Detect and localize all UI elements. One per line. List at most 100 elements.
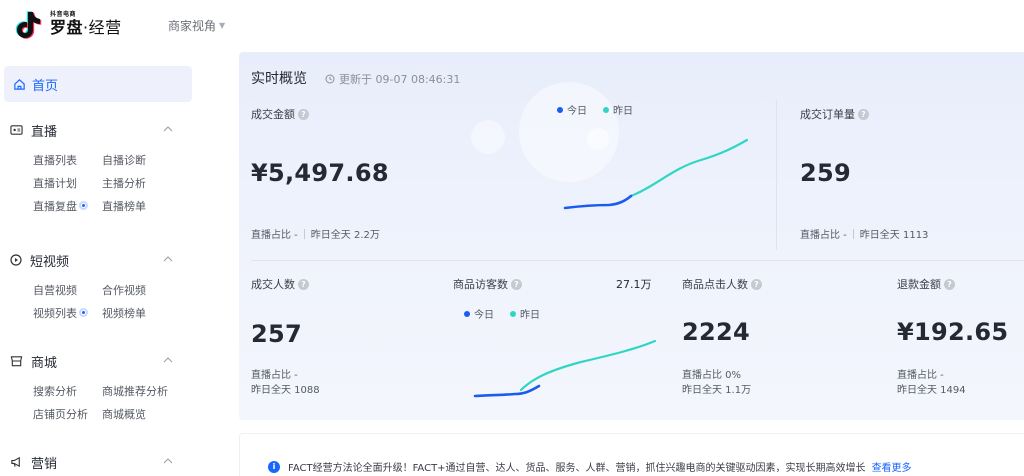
- video-play-icon: [10, 254, 22, 266]
- sidebar-group-title: 短视频: [30, 254, 70, 270]
- sidebar-group-title: 营销: [31, 456, 58, 472]
- chevron-up-icon[interactable]: [163, 356, 173, 364]
- buyers-label: 成交人数?: [251, 276, 309, 292]
- legend-dot: [603, 106, 609, 113]
- clicks-sub: 直播占比 0% 昨日全天 1.1万: [682, 370, 752, 396]
- legend-item-today[interactable]: 今日: [557, 102, 587, 117]
- visitors-trend-yesterday-line: [519, 339, 657, 392]
- help-icon[interactable]: ?: [858, 108, 869, 120]
- sidebar-subitem[interactable]: 合作视频: [102, 282, 146, 298]
- sidebar-subitem[interactable]: 自营视频: [33, 282, 102, 298]
- sidebar-subitem-with-badge[interactable]: 视频列表: [33, 305, 102, 321]
- announcement-bar: i FACT经营方法论全面升级！FACT+通过自营、达人、货品、服务、人群、营销…: [239, 433, 1024, 476]
- sidebar-subitem[interactable]: 直播列表: [33, 152, 102, 168]
- visitors-trend-chart: [473, 339, 657, 398]
- sidebar-subitem[interactable]: 直播榜单: [102, 198, 146, 214]
- top-header: 抖音电商 罗盘·经营 商家视角 ▼: [0, 0, 1024, 52]
- perspective-selector[interactable]: 商家视角 ▼: [168, 17, 225, 34]
- help-icon[interactable]: ?: [511, 278, 522, 290]
- gmv-chart-legend: 今日 昨日: [557, 102, 649, 117]
- clicks-label: 商品点击人数?: [682, 276, 762, 292]
- douyin-logo-icon: [14, 9, 44, 39]
- main-content: 实时概览 更新于 09-07 08:46:31 成交金额? 今日 昨日 ¥5,4…: [200, 52, 1024, 476]
- sidebar-group-title: 直播: [31, 124, 58, 140]
- buyers-value: 257: [251, 320, 302, 348]
- clock-icon: [325, 74, 335, 84]
- sidebar: 首页 直播 直播列表 自播诊断 直播计划 主播分析 直播复盘 直播榜单 短视频 …: [0, 52, 200, 476]
- gmv-trend-chart: [563, 138, 749, 210]
- visitors-chart-legend: 今日 昨日: [464, 306, 556, 321]
- perspective-label: 商家视角: [168, 19, 217, 33]
- sidebar-subitem[interactable]: 直播计划: [33, 175, 102, 191]
- gmv-trend-yesterday-line: [629, 138, 749, 198]
- clicks-value: 2224: [682, 318, 750, 346]
- orders-value: 259: [800, 159, 851, 187]
- sidebar-group-mall: 商城 搜索分析 商城推荐分析 店铺页分析 商城概览: [0, 349, 200, 425]
- new-dot-icon: [79, 201, 88, 210]
- sidebar-subitem[interactable]: 自播诊断: [102, 152, 146, 168]
- info-icon: i: [268, 460, 280, 473]
- sidebar-subitem[interactable]: 店铺页分析: [33, 406, 102, 422]
- sidebar-item-label: 首页: [32, 78, 59, 94]
- help-icon[interactable]: ?: [751, 278, 762, 290]
- legend-dot: [510, 310, 516, 317]
- orders-sub: 直播占比 - 昨日全天 1113: [800, 229, 929, 241]
- sidebar-group-head-live[interactable]: 直播: [0, 118, 200, 142]
- see-more-link[interactable]: 查看更多: [872, 459, 912, 474]
- sidebar-group-marketing: 营销: [0, 450, 200, 474]
- refund-value: ¥192.65: [897, 318, 1009, 346]
- realtime-overview-panel: 实时概览 更新于 09-07 08:46:31 成交金额? 今日 昨日 ¥5,4…: [239, 52, 1024, 420]
- divider: [251, 260, 1024, 261]
- chevron-up-icon[interactable]: [163, 255, 173, 263]
- sidebar-row: 直播列表 自播诊断: [0, 148, 200, 171]
- help-icon[interactable]: ?: [298, 108, 309, 120]
- home-icon: [14, 78, 25, 90]
- new-dot-icon: [79, 308, 88, 317]
- legend-dot: [557, 106, 563, 113]
- sidebar-subitem[interactable]: 搜索分析: [33, 383, 102, 399]
- announcement-text: FACT经营方法论全面升级！FACT+通过自营、达人、货品、服务、人群、营销，抓…: [288, 463, 866, 474]
- overview-title: 实时概览: [251, 71, 307, 87]
- sidebar-subitem[interactable]: 视频榜单: [102, 305, 146, 321]
- chevron-up-icon[interactable]: [163, 457, 173, 465]
- decor-bubble: [471, 120, 505, 154]
- update-time: 更新于 09-07 08:46:31: [325, 71, 460, 87]
- sidebar-subitem[interactable]: 主播分析: [102, 175, 146, 191]
- visitors-label: 商品访客数?: [453, 276, 522, 292]
- help-icon[interactable]: ?: [298, 278, 309, 290]
- sidebar-group-head-mall[interactable]: 商城: [0, 349, 200, 373]
- sidebar-group-live: 直播 直播列表 自播诊断 直播计划 主播分析 直播复盘 直播榜单: [0, 118, 200, 217]
- refund-label: 退款金额?: [897, 276, 955, 292]
- megaphone-icon: [11, 456, 20, 468]
- sidebar-subitem[interactable]: 商城概览: [102, 406, 146, 422]
- sidebar-row: 直播复盘 直播榜单: [0, 194, 200, 217]
- sidebar-subitem[interactable]: 商城推荐分析: [102, 383, 168, 399]
- gmv-trend-today-line: [563, 194, 633, 210]
- app-logo[interactable]: 抖音电商 罗盘·经营: [14, 9, 122, 39]
- sidebar-group-video: 短视频 自营视频 合作视频 视频列表 视频榜单: [0, 248, 200, 324]
- legend-item-yesterday[interactable]: 昨日: [510, 306, 540, 321]
- legend-dot: [464, 310, 470, 317]
- visitors-trend-today-line: [473, 384, 541, 398]
- sidebar-item-home[interactable]: 首页: [4, 66, 192, 102]
- sidebar-group-head-video[interactable]: 短视频: [0, 248, 200, 272]
- sidebar-row: 视频列表 视频榜单: [0, 301, 200, 324]
- orders-label: 成交订单量?: [800, 106, 869, 122]
- gmv-value: ¥5,497.68: [251, 159, 389, 187]
- live-tv-icon: [10, 125, 23, 135]
- logo-title: 罗盘·经营: [50, 18, 122, 37]
- legend-item-today[interactable]: 今日: [464, 306, 494, 321]
- divider: [776, 100, 777, 250]
- sidebar-group-head-marketing[interactable]: 营销: [0, 450, 200, 474]
- sidebar-row: 直播计划 主播分析: [0, 171, 200, 194]
- sidebar-subitem-with-badge[interactable]: 直播复盘: [33, 198, 102, 214]
- shop-icon: [10, 356, 23, 367]
- help-icon[interactable]: ?: [944, 278, 955, 290]
- sidebar-group-title: 商城: [31, 355, 58, 371]
- chevron-up-icon[interactable]: [163, 125, 173, 133]
- gmv-label: 成交金额?: [251, 106, 309, 122]
- visitors-value: 27.1万: [616, 278, 652, 291]
- gmv-sub: 直播占比 - 昨日全天 2.2万: [251, 229, 380, 241]
- legend-item-yesterday[interactable]: 昨日: [603, 102, 633, 117]
- buyers-sub: 直播占比 - 昨日全天 1088: [251, 370, 320, 396]
